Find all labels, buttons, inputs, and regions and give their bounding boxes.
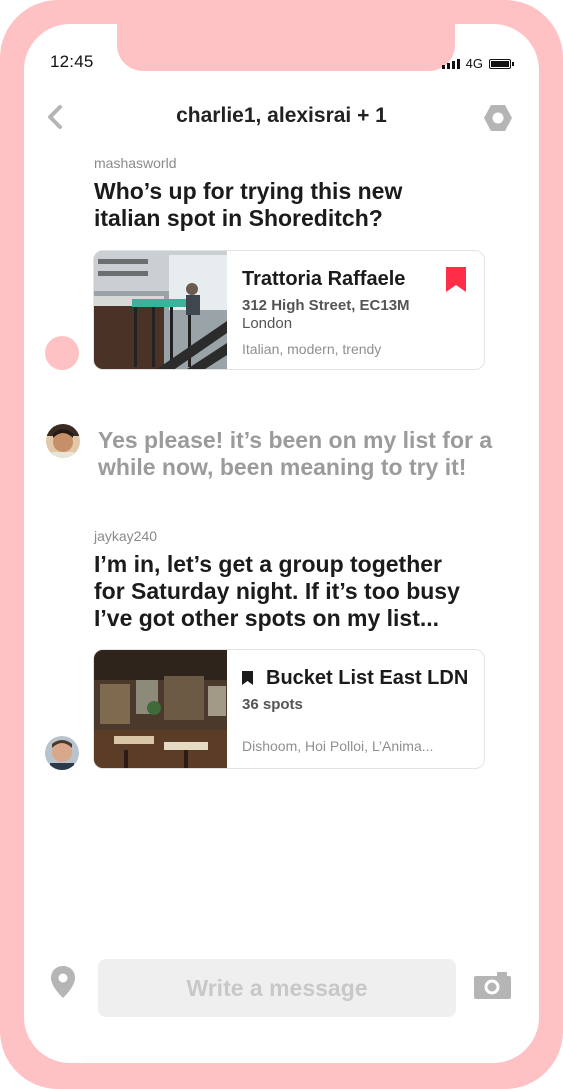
message-line: for Saturday night. If it’s too busy — [94, 578, 460, 604]
message-line: italian spot in Shoreditch? — [94, 205, 383, 231]
settings-hexagon-icon[interactable] — [483, 104, 513, 132]
battery-icon — [489, 58, 514, 69]
restaurant-city: London — [242, 315, 293, 332]
list-card[interactable]: Bucket List East LDN 36 spots Dishoom, H… — [93, 649, 485, 769]
message-text: Yes please! it’s been on my list for a w… — [98, 427, 492, 481]
list-count: 36 spots — [242, 696, 303, 713]
status-indicators: 4G — [441, 56, 514, 71]
message-line: Who’s up for trying this new — [94, 178, 403, 204]
restaurant-photo — [94, 251, 227, 369]
composer-bar: Write a message — [24, 954, 539, 1024]
device-notch — [117, 24, 455, 71]
avatar — [45, 336, 79, 370]
message-input[interactable]: Write a message — [98, 959, 456, 1017]
list-title: Bucket List East LDN — [266, 667, 469, 689]
location-pin-icon[interactable] — [50, 965, 76, 999]
network-label: 4G — [465, 56, 483, 71]
restaurant-name: Trattoria Raffaele — [242, 268, 406, 290]
restaurant-tags: Italian, modern, trendy — [242, 341, 382, 357]
phone-frame: 12:45 4G charlie1, alexisrai + 1 mashasw… — [0, 0, 563, 1089]
list-spots: Dishoom, Hoi Polloi, L’Anima... — [242, 738, 434, 754]
camera-icon[interactable] — [474, 971, 511, 999]
message-line: Yes please! it’s been on my list for a — [98, 427, 493, 453]
chat-screen: 12:45 4G charlie1, alexisrai + 1 mashasw… — [24, 24, 539, 1063]
bookmark-icon[interactable] — [446, 267, 466, 292]
message-username: jaykay240 — [94, 528, 158, 544]
message-text: Who’s up for trying this new italian spo… — [94, 178, 402, 232]
restaurant-card[interactable]: Trattoria Raffaele 312 High Street, EC13… — [93, 250, 485, 370]
message-text: I’m in, let’s get a group together for S… — [94, 551, 460, 632]
signal-icon — [441, 58, 460, 69]
message-username: mashasworld — [94, 155, 177, 171]
avatar — [45, 736, 79, 770]
message-line: while now, been meaning to try it! — [98, 454, 467, 480]
avatar — [46, 424, 80, 458]
status-time: 12:45 — [50, 52, 94, 71]
message-line: I’ve got other spots on my list... — [94, 605, 440, 631]
bookmark-icon — [242, 671, 253, 685]
restaurant-address: 312 High Street, EC13M — [242, 297, 410, 314]
list-photo — [94, 650, 227, 768]
conversation-title: charlie1, alexisrai + 1 — [176, 104, 387, 127]
message-line: I’m in, let’s get a group together — [94, 551, 443, 577]
